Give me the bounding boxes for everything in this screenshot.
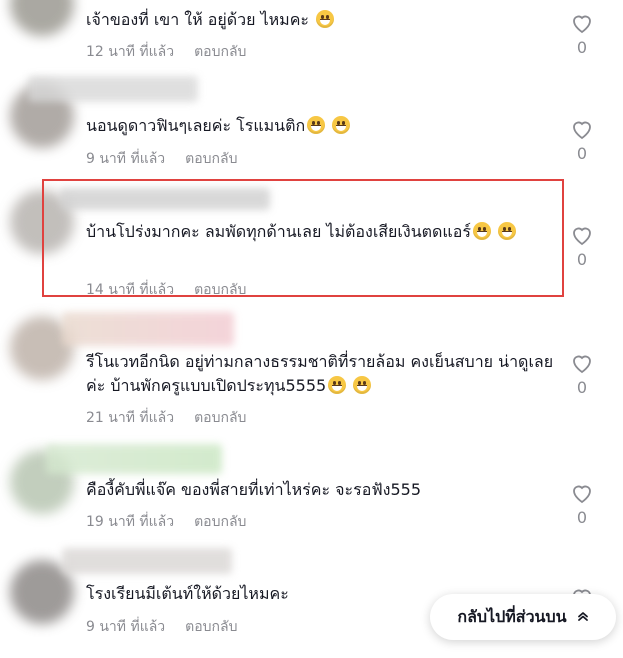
like-count: 0: [576, 250, 588, 269]
timestamp: 19 นาที ที่แล้ว: [86, 514, 175, 530]
reply-button[interactable]: ตอบกลับ: [194, 282, 246, 298]
heart-icon: [573, 15, 591, 34]
heart-icon: [573, 227, 591, 246]
timestamp: 9 นาที ที่แล้ว: [86, 151, 166, 167]
heart-icon: [573, 355, 591, 374]
comment-meta: 19 นาที ที่แล้ว ตอบกลับ: [86, 511, 246, 533]
like-button[interactable]: 0: [568, 12, 596, 57]
smile-emoji-icon: [307, 116, 326, 134]
grin-emoji-icon: [316, 10, 335, 28]
comment-text: นอนดูดาวฟินๆเลยค่ะ โรแมนติก: [86, 114, 556, 138]
reply-button[interactable]: ตอบกลับ: [185, 151, 237, 167]
heart-icon: [573, 121, 591, 140]
timestamp: 9 นาที ที่แล้ว: [86, 619, 166, 635]
rofl-emoji-icon: [498, 222, 517, 240]
like-count: 0: [576, 38, 588, 57]
username-blurred[interactable]: [28, 76, 198, 102]
comment-meta: 9 นาที ที่แล้ว ตอบกลับ: [86, 148, 238, 170]
like-count: 0: [576, 144, 588, 163]
like-button[interactable]: 0: [568, 118, 596, 163]
timestamp: 14 นาที ที่แล้ว: [86, 282, 175, 298]
username-blurred[interactable]: [62, 548, 232, 574]
avatar[interactable]: [10, 0, 74, 36]
timestamp: 12 นาที ที่แล้ว: [86, 44, 175, 60]
like-count: 0: [576, 378, 588, 397]
smile-emoji-icon: [332, 116, 351, 134]
reply-button[interactable]: ตอบกลับ: [185, 619, 237, 635]
like-button[interactable]: 0: [568, 482, 596, 527]
reply-button[interactable]: ตอบกลับ: [194, 44, 246, 60]
username-blurred[interactable]: [60, 188, 270, 210]
username-blurred[interactable]: [46, 444, 222, 474]
comment-text: เจ้าของที่ เขา ให้ อยู่ด้วย ไหมคะ: [86, 8, 556, 32]
comment-meta: 14 นาที ที่แล้ว ตอบกลับ: [86, 279, 246, 301]
sweat-smile-emoji-icon: [353, 376, 372, 394]
comment-meta: 21 นาที ที่แล้ว ตอบกลับ: [86, 407, 246, 429]
comment-meta: 12 นาที ที่แล้ว ตอบกลับ: [86, 41, 246, 63]
comment-text: บ้านโปร่งมากคะ ลมพัดทุกด้านเลย ไม่ต้องเส…: [86, 220, 556, 244]
back-to-top-button[interactable]: กลับไปที่ส่วนบน: [430, 594, 616, 640]
reply-button[interactable]: ตอบกลับ: [194, 514, 246, 530]
rofl-emoji-icon: [472, 222, 491, 240]
comment-text: รีโนเวทอีกนิด อยู่ท่ามกลางธรรมชาติที่ราย…: [86, 352, 554, 395]
laugh-tears-emoji-icon: [328, 376, 347, 394]
comment-meta: 9 นาที ที่แล้ว ตอบกลับ: [86, 616, 238, 638]
like-count: 0: [576, 508, 588, 527]
like-button[interactable]: 0: [568, 352, 596, 397]
like-button[interactable]: 0: [568, 224, 596, 269]
username-blurred[interactable]: [62, 312, 234, 346]
chevron-up-icon: [577, 610, 589, 624]
back-to-top-label: กลับไปที่ส่วนบน: [457, 606, 567, 626]
comment-text: คืองี้คับพี่แจ๊ค ของพี่สายที่เท่าไหร่คะ …: [86, 480, 422, 499]
heart-icon: [573, 485, 591, 504]
timestamp: 21 นาที ที่แล้ว: [86, 410, 175, 426]
reply-button[interactable]: ตอบกลับ: [194, 410, 246, 426]
